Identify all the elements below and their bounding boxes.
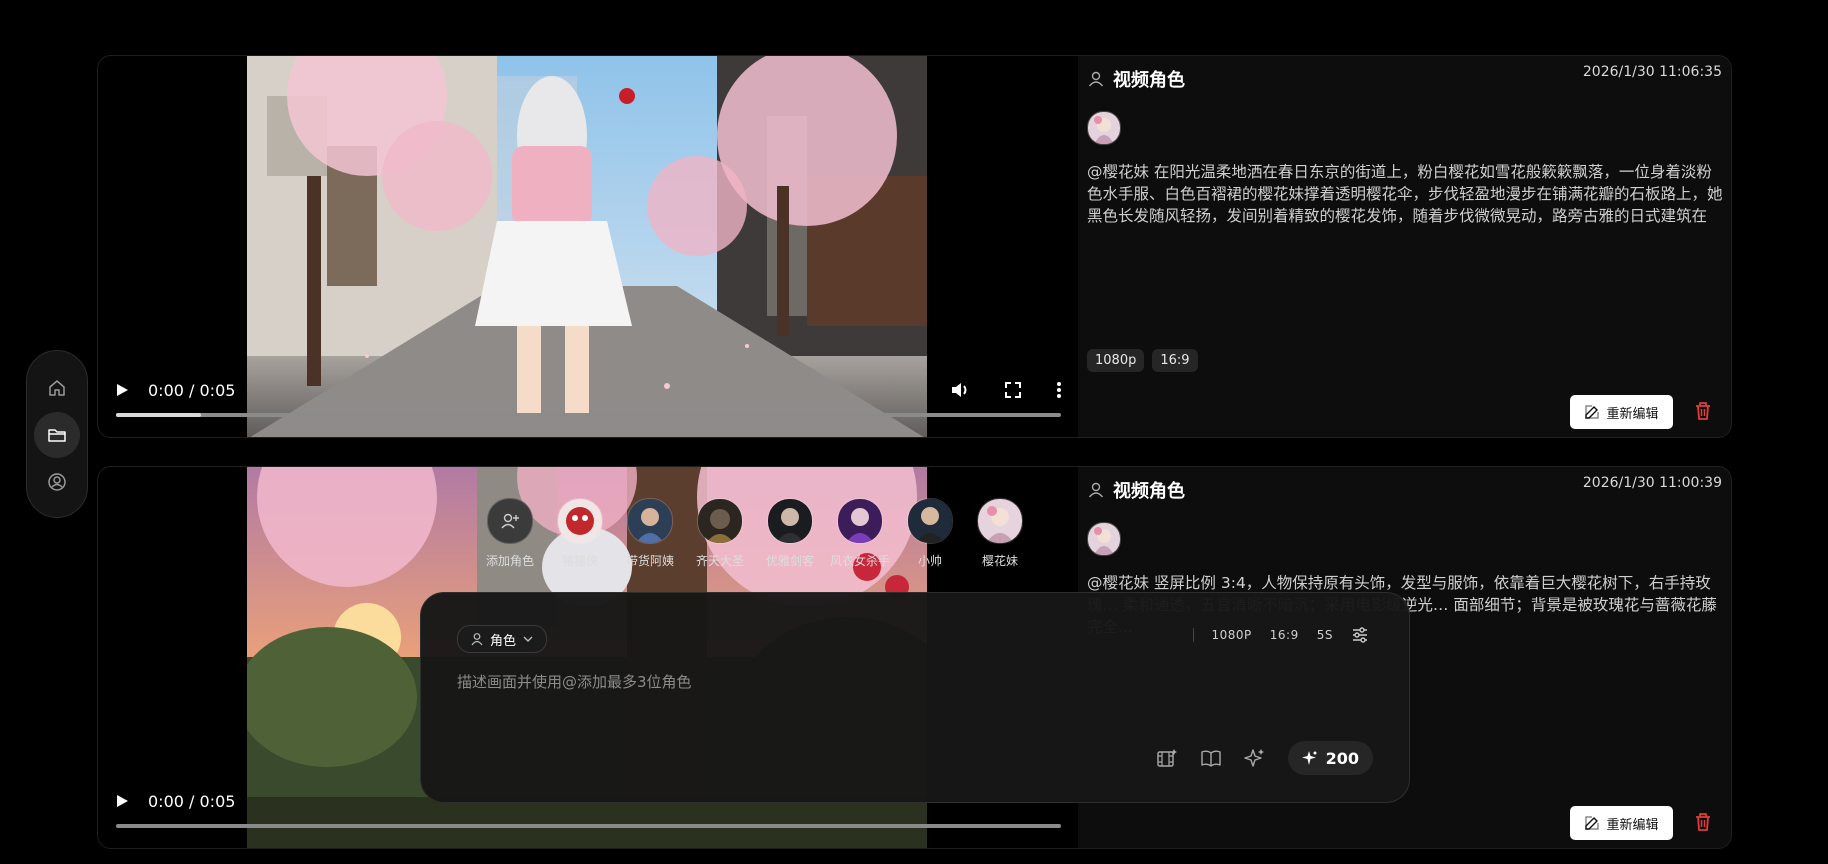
character-avatar	[837, 498, 883, 544]
storyboard-icon[interactable]	[1156, 747, 1178, 769]
video-info: 视频角色 2026/1/30 11:06:35 @樱花妹 在阳光温柔地洒在春日东…	[1087, 56, 1731, 437]
character-label: 带货阿姨	[625, 554, 674, 568]
character-option[interactable]: 齐天大圣	[685, 498, 755, 569]
player-time: 0:00 / 0:05	[148, 380, 236, 400]
trash-icon	[1696, 402, 1710, 420]
trash-icon	[1696, 813, 1710, 831]
add-user-icon	[487, 498, 533, 544]
user-icon	[471, 633, 483, 646]
more-vertical-icon[interactable]	[1056, 381, 1062, 399]
prompt-input[interactable]: 描述画面并使用@添加最多3位角色	[457, 671, 692, 692]
folder-icon	[48, 429, 66, 442]
fullscreen-icon[interactable]	[1004, 381, 1022, 399]
progress-bar[interactable]	[116, 824, 1061, 828]
character-label: 风衣女杀手	[829, 554, 890, 568]
play-icon[interactable]	[114, 382, 130, 398]
delete-button[interactable]	[1694, 401, 1712, 425]
character-avatar	[767, 498, 813, 544]
character-avatar[interactable]	[1087, 111, 1121, 145]
card-title: 视频角色	[1087, 477, 1185, 503]
sparkle-icon	[1301, 751, 1317, 765]
nav-folder-button[interactable]	[34, 412, 80, 458]
progress-bar[interactable]	[116, 413, 1061, 417]
card-title-text: 视频角色	[1113, 70, 1185, 91]
character-label: 樱花妹	[981, 554, 1018, 568]
home-icon	[49, 380, 65, 396]
character-label: 添加角色	[485, 554, 534, 568]
re-edit-button[interactable]: 重新编辑	[1570, 806, 1673, 840]
character-option[interactable]: 小帅	[895, 498, 965, 569]
role-selector[interactable]: 角色	[457, 625, 548, 653]
re-edit-label: 重新编辑	[1606, 817, 1659, 833]
re-edit-label: 重新编辑	[1606, 406, 1659, 422]
character-option[interactable]: 风衣女杀手	[825, 498, 895, 569]
composer-tools: 200	[1156, 741, 1373, 775]
left-nav-sidebar	[26, 350, 88, 518]
character-picker: 添加角色 猪猪侠 带货阿姨 齐天大圣 优雅剑客 风衣女杀手 小帅 樱花妹	[475, 498, 1035, 569]
character-avatar	[907, 498, 953, 544]
delete-button[interactable]	[1694, 812, 1712, 836]
user-circle-icon	[48, 473, 66, 491]
character-avatar[interactable]	[1087, 522, 1121, 556]
divider	[1192, 628, 1194, 642]
card-timestamp: 2026/1/30 11:00:39	[1582, 475, 1722, 491]
chevron-down-icon	[523, 636, 533, 642]
character-avatar	[627, 498, 673, 544]
user-icon	[1088, 482, 1104, 498]
card-timestamp: 2026/1/30 11:06:35	[1582, 64, 1722, 80]
player-controls: 0:00 / 0:05	[114, 374, 1062, 406]
character-option[interactable]: 优雅剑客	[755, 498, 825, 569]
sparkles-icon[interactable]	[1243, 747, 1266, 769]
video-player[interactable]: 0:00 / 0:05	[98, 56, 1078, 437]
card-title-text: 视频角色	[1113, 481, 1185, 502]
character-avatar	[977, 498, 1023, 544]
tag-resolution: 1080p	[1087, 349, 1145, 372]
add-character-button[interactable]: 添加角色	[475, 498, 545, 569]
generation-settings: 1080P 16:9 5S	[1192, 626, 1370, 644]
generate-button[interactable]: 200	[1287, 741, 1373, 775]
play-icon[interactable]	[114, 793, 130, 809]
tag-list: 1080p 16:9	[1087, 349, 1198, 372]
character-option[interactable]: 樱花妹	[965, 498, 1035, 569]
credit-count: 200	[1325, 748, 1359, 768]
nav-profile-button[interactable]	[34, 459, 80, 505]
character-option[interactable]: 猪猪侠	[545, 498, 615, 569]
sliders-icon[interactable]	[1351, 626, 1369, 644]
video-card: 0:00 / 0:05 视频角色 2026/1/30 11:06:35 @樱花妹…	[97, 55, 1732, 438]
ratio-setting[interactable]: 16:9	[1270, 628, 1299, 642]
edit-icon	[1585, 405, 1600, 419]
prompt-description: @樱花妹 在阳光温柔地洒在春日东京的街道上，粉白樱花如雪花般簌簌飘落，一位身着淡…	[1087, 163, 1723, 225]
character-label: 优雅剑客	[765, 554, 814, 568]
card-title: 视频角色	[1087, 66, 1185, 92]
character-label: 猪猪侠	[561, 554, 598, 568]
character-option[interactable]: 带货阿姨	[615, 498, 685, 569]
tag-ratio: 16:9	[1152, 349, 1198, 372]
user-icon	[1088, 71, 1104, 87]
prompt-composer: 角色 1080P 16:9 5S 描述画面并使用@添加最多3位角色 200	[420, 592, 1410, 803]
character-avatar	[697, 498, 743, 544]
character-avatar	[557, 498, 603, 544]
role-label: 角色	[490, 633, 517, 649]
character-label: 齐天大圣	[695, 554, 744, 568]
volume-icon[interactable]	[950, 380, 970, 400]
player-time: 0:00 / 0:05	[148, 791, 236, 811]
duration-setting[interactable]: 5S	[1317, 628, 1333, 642]
edit-icon	[1585, 816, 1600, 830]
book-icon[interactable]	[1200, 747, 1222, 769]
resolution-setting[interactable]: 1080P	[1212, 628, 1252, 642]
re-edit-button[interactable]: 重新编辑	[1570, 395, 1673, 429]
nav-home-button[interactable]	[34, 365, 80, 411]
progress-fill	[116, 413, 202, 417]
character-label: 小帅	[917, 554, 942, 568]
